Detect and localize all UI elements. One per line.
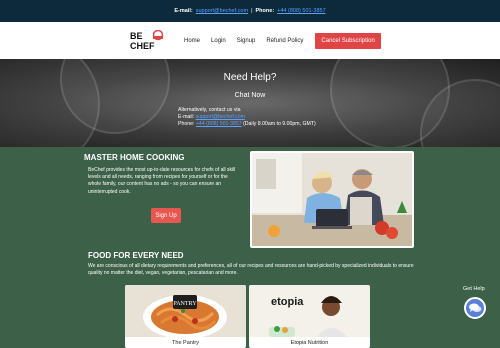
topbar-email-label: E-mail: [174, 8, 193, 14]
hero-email-label: E-mail: [178, 114, 195, 120]
cooking-section-title: MASTER HOME COOKING [84, 153, 185, 162]
cooking-section-text: BeChef provides the most up-to-date reso… [88, 167, 236, 195]
etopia-image: etopia [249, 285, 370, 337]
hero-phone-link[interactable]: +44 (808) 501-3857 [196, 121, 242, 127]
etopia-card-label: Etopia Nutrition [290, 340, 329, 346]
main-navbar: BE CHEF Home Login Signup Refund Policy … [0, 22, 500, 59]
cooking-couple-illustration [252, 153, 412, 246]
help-hero: Need Help? Chat Now Alternatively, conta… [0, 59, 500, 147]
pasta-image: PANTRY [125, 285, 246, 339]
nav-login-link[interactable]: Login [211, 38, 226, 44]
chat-bubble-icon [469, 303, 482, 312]
topbar-phone-label: Phone: [255, 8, 275, 14]
cancel-subscription-button[interactable]: Cancel Subscription [315, 32, 381, 49]
hero-email-link[interactable]: support@bechef.com [196, 114, 245, 120]
hero-contact-info: Alternatively, contact us via E-mail: su… [178, 107, 316, 128]
nav-links: Home Login Signup Refund Policy Cancel S… [184, 22, 381, 59]
hero-hours: (Daily 8.00am to 9.00pm, GMT) [243, 121, 316, 127]
help-title: Need Help? [223, 72, 277, 83]
signup-button[interactable]: Sign Up [151, 208, 181, 223]
pantry-card[interactable]: PANTRY The Pantry [125, 285, 246, 348]
needs-section-text: We are conscious of all dietary requirem… [88, 263, 414, 277]
svg-text:BE: BE [130, 31, 143, 41]
hero-phone-label: Phone: [178, 121, 195, 127]
topbar-phone-link[interactable]: +44 (808) 501-3857 [277, 8, 325, 14]
chat-now-link[interactable]: Chat Now [0, 92, 500, 99]
topbar-separator: | [251, 8, 253, 14]
top-contact-bar: E-mail: support@bechef.com | Phone: +44 … [0, 0, 500, 22]
needs-section-title: FOOD FOR EVERY NEED [88, 251, 184, 260]
pantry-badge-text: PANTRY [173, 301, 197, 307]
nav-home-link[interactable]: Home [184, 38, 200, 44]
svg-text:CHEF: CHEF [130, 41, 155, 50]
etopia-badge-text: etopia [271, 296, 304, 308]
nav-refund-policy-link[interactable]: Refund Policy [266, 38, 303, 44]
alt-contact-text: Alternatively, contact us via [178, 107, 241, 113]
topbar-email-link[interactable]: support@bechef.com [196, 8, 248, 14]
nav-signup-link[interactable]: Signup [237, 38, 256, 44]
bechef-logo[interactable]: BE CHEF [129, 30, 169, 50]
get-help-button[interactable] [464, 297, 486, 319]
etopia-card[interactable]: etopia Etopia Nutrition [249, 285, 370, 348]
cooking-couple-photo [250, 151, 414, 248]
get-help-label: Get Help [463, 286, 485, 292]
pantry-card-label: The Pantry [172, 340, 199, 346]
